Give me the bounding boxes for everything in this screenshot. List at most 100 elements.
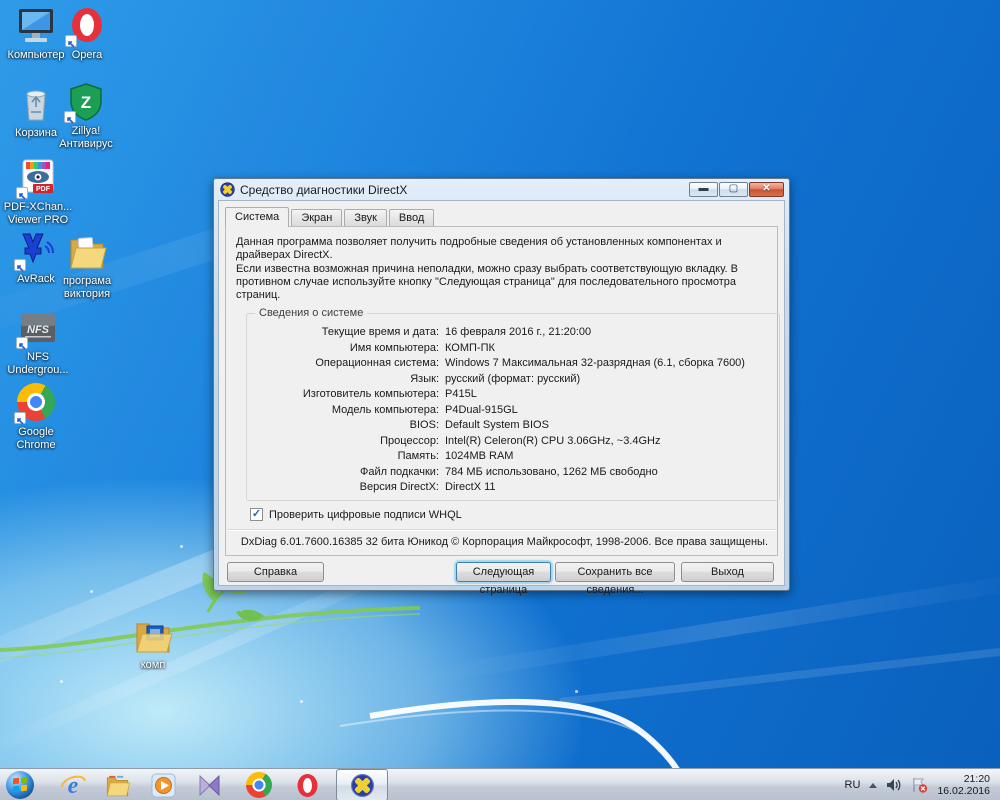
info-label: BIOS:	[409, 419, 439, 431]
desktop-icon-nfs[interactable]: NFS NFS Undergrou...	[0, 308, 76, 377]
svg-text:NFS: NFS	[27, 324, 50, 336]
whql-checkbox-row[interactable]: ✓ Проверить цифровые подписи WHQL	[250, 508, 462, 521]
icon-label: Google Chrome	[16, 426, 56, 451]
sparkle	[575, 690, 578, 693]
icon-label: Zillya! Антивирус	[59, 125, 113, 150]
sparkle	[240, 610, 243, 613]
next-page-button[interactable]: Следующая страница	[456, 562, 551, 596]
tray-date: 16.02.2016	[937, 785, 990, 797]
info-label: Язык:	[410, 372, 439, 385]
taskbar-kmplayer[interactable]	[196, 772, 223, 799]
info-value: 16 февраля 2016 г., 21:20:00	[445, 326, 592, 338]
tab-display[interactable]: Экран	[291, 209, 343, 226]
media-player-icon	[151, 773, 176, 798]
taskbar-chrome[interactable]	[246, 772, 273, 799]
info-value: P4Dual-915GL	[445, 403, 518, 416]
taskbar-ie[interactable]: e	[60, 772, 87, 799]
sparkle	[180, 545, 183, 548]
system-tab-page: Данная программа позволяет получить подр…	[225, 226, 780, 556]
info-row: Язык: русский (формат: русский)	[251, 372, 775, 388]
start-orb-icon	[6, 771, 34, 799]
computer-icon	[19, 9, 53, 42]
taskbar-explorer[interactable]	[104, 772, 131, 799]
info-label: Модель компьютера:	[331, 403, 439, 416]
icon-label: програма виктория	[62, 275, 112, 300]
info-row: Изготовитель компьютера: P415L	[251, 387, 775, 403]
dxdiag-icon	[350, 773, 374, 797]
info-label: Файл подкачки:	[359, 465, 439, 478]
info-value: КОМП-ПК	[445, 341, 495, 354]
desktop-icon-opera[interactable]: Opera	[55, 6, 119, 62]
title-bar[interactable]: Средство диагностики DirectX ▬ ▢ ✕	[214, 179, 789, 200]
info-value: 784 МБ использовано, 1262 МБ свободно	[445, 465, 658, 478]
taskbar-wmp[interactable]	[150, 772, 177, 799]
tray-clock[interactable]: 21:20 16.02.2016	[937, 773, 990, 797]
info-value: DirectX 11	[445, 481, 496, 493]
info-row: Модель компьютера: P4Dual-915GL	[251, 403, 775, 419]
checkbox-icon[interactable]: ✓	[250, 508, 263, 521]
volume-icon[interactable]	[886, 778, 902, 792]
icon-label: PDF-XChan... Viewer PRO	[3, 201, 73, 226]
maximize-button[interactable]: ▢	[719, 182, 748, 197]
chrome-icon	[246, 772, 272, 798]
sparkle	[90, 590, 93, 593]
close-button[interactable]: ✕	[749, 182, 784, 197]
shortcut-arrow-icon	[14, 259, 26, 272]
icon-label: Opera	[71, 49, 103, 61]
info-value: русский (формат: русский)	[445, 372, 581, 385]
dxdiag-window: Средство диагностики DirectX ▬ ▢ ✕ Систе…	[213, 178, 790, 596]
info-row: Версия DirectX: DirectX 11	[251, 480, 775, 496]
folder-icon	[136, 623, 173, 653]
icon-label: комп	[140, 659, 166, 671]
window-body: Система Экран Звук Ввод Данная программа…	[218, 200, 785, 596]
system-info-groupbox: Сведения о системе Текущие время и дата:…	[246, 307, 780, 501]
desktop-icon-pdf-xchange[interactable]: PDF PDF-XChan... Viewer PRO	[0, 158, 76, 227]
info-label: Процессор:	[380, 434, 439, 447]
tab-sound[interactable]: Звук	[344, 209, 387, 226]
intro-paragraph-1: Данная программа позволяет получить подр…	[236, 236, 722, 261]
info-value: Intel(R) Celeron(R) CPU 3.06GHz, ~3.4GHz	[445, 434, 661, 447]
shortcut-arrow-icon	[65, 35, 77, 48]
start-button[interactable]	[6, 771, 34, 799]
tab-system[interactable]: Система	[225, 207, 290, 227]
svg-text:Z: Z	[81, 93, 91, 112]
help-button[interactable]: Справка	[227, 562, 324, 582]
action-center-flag-icon[interactable]	[911, 777, 928, 793]
svg-text:PDF: PDF	[36, 186, 51, 193]
desktop-icon-zillya[interactable]: Z Zillya! Антивирус	[52, 82, 120, 151]
system-tray: RU 21:20 16.02.2016	[845, 769, 1000, 800]
taskbar-dxdiag-active[interactable]	[336, 769, 388, 800]
info-value: 1024MB RAM	[445, 450, 514, 462]
language-indicator[interactable]: RU	[845, 779, 861, 791]
groupbox-title: Сведения о системе	[255, 307, 368, 319]
info-label: Память:	[397, 450, 439, 462]
sparkle	[300, 700, 303, 703]
shortcut-arrow-icon	[64, 111, 76, 124]
desktop-icon-folder-komp[interactable]: комп	[122, 616, 184, 672]
info-row: BIOS: Default System BIOS	[251, 418, 775, 434]
desktop: Компьютер Opera Корзина Z Zillya! Антиви…	[0, 0, 1000, 800]
info-label: Имя компьютера:	[349, 341, 439, 354]
icon-label: NFS Undergrou...	[7, 351, 69, 376]
desktop-icon-chrome[interactable]: Google Chrome	[0, 382, 72, 452]
info-label: Изготовитель компьютера:	[302, 388, 439, 400]
internet-explorer-icon: e	[61, 773, 86, 799]
dxdiag-version-text: DxDiag 6.01.7600.16385 32 бита Юникод © …	[240, 536, 768, 548]
tray-time: 21:20	[963, 773, 990, 785]
recycle-bin-icon	[26, 90, 46, 121]
tab-strip: Система Экран Звук Ввод	[225, 207, 436, 227]
desktop-icon-folder-programa[interactable]: програма виктория	[52, 232, 122, 301]
info-row: Текущие время и дата: 16 февраля 2016 г.,…	[251, 325, 775, 341]
shortcut-arrow-icon	[16, 337, 28, 350]
minimize-button[interactable]: ▬	[689, 182, 718, 197]
windows-explorer-icon	[106, 775, 131, 797]
sparkle	[60, 680, 63, 683]
save-all-button[interactable]: Сохранить все сведения...	[555, 562, 675, 596]
exit-button[interactable]: Выход	[681, 562, 774, 582]
taskbar-opera[interactable]	[294, 772, 321, 799]
separator	[227, 529, 776, 531]
info-label: Версия DirectX:	[359, 481, 439, 493]
tab-input[interactable]: Ввод	[388, 209, 435, 226]
show-hidden-icons-arrow[interactable]	[869, 782, 878, 788]
folder-icon	[70, 237, 107, 269]
